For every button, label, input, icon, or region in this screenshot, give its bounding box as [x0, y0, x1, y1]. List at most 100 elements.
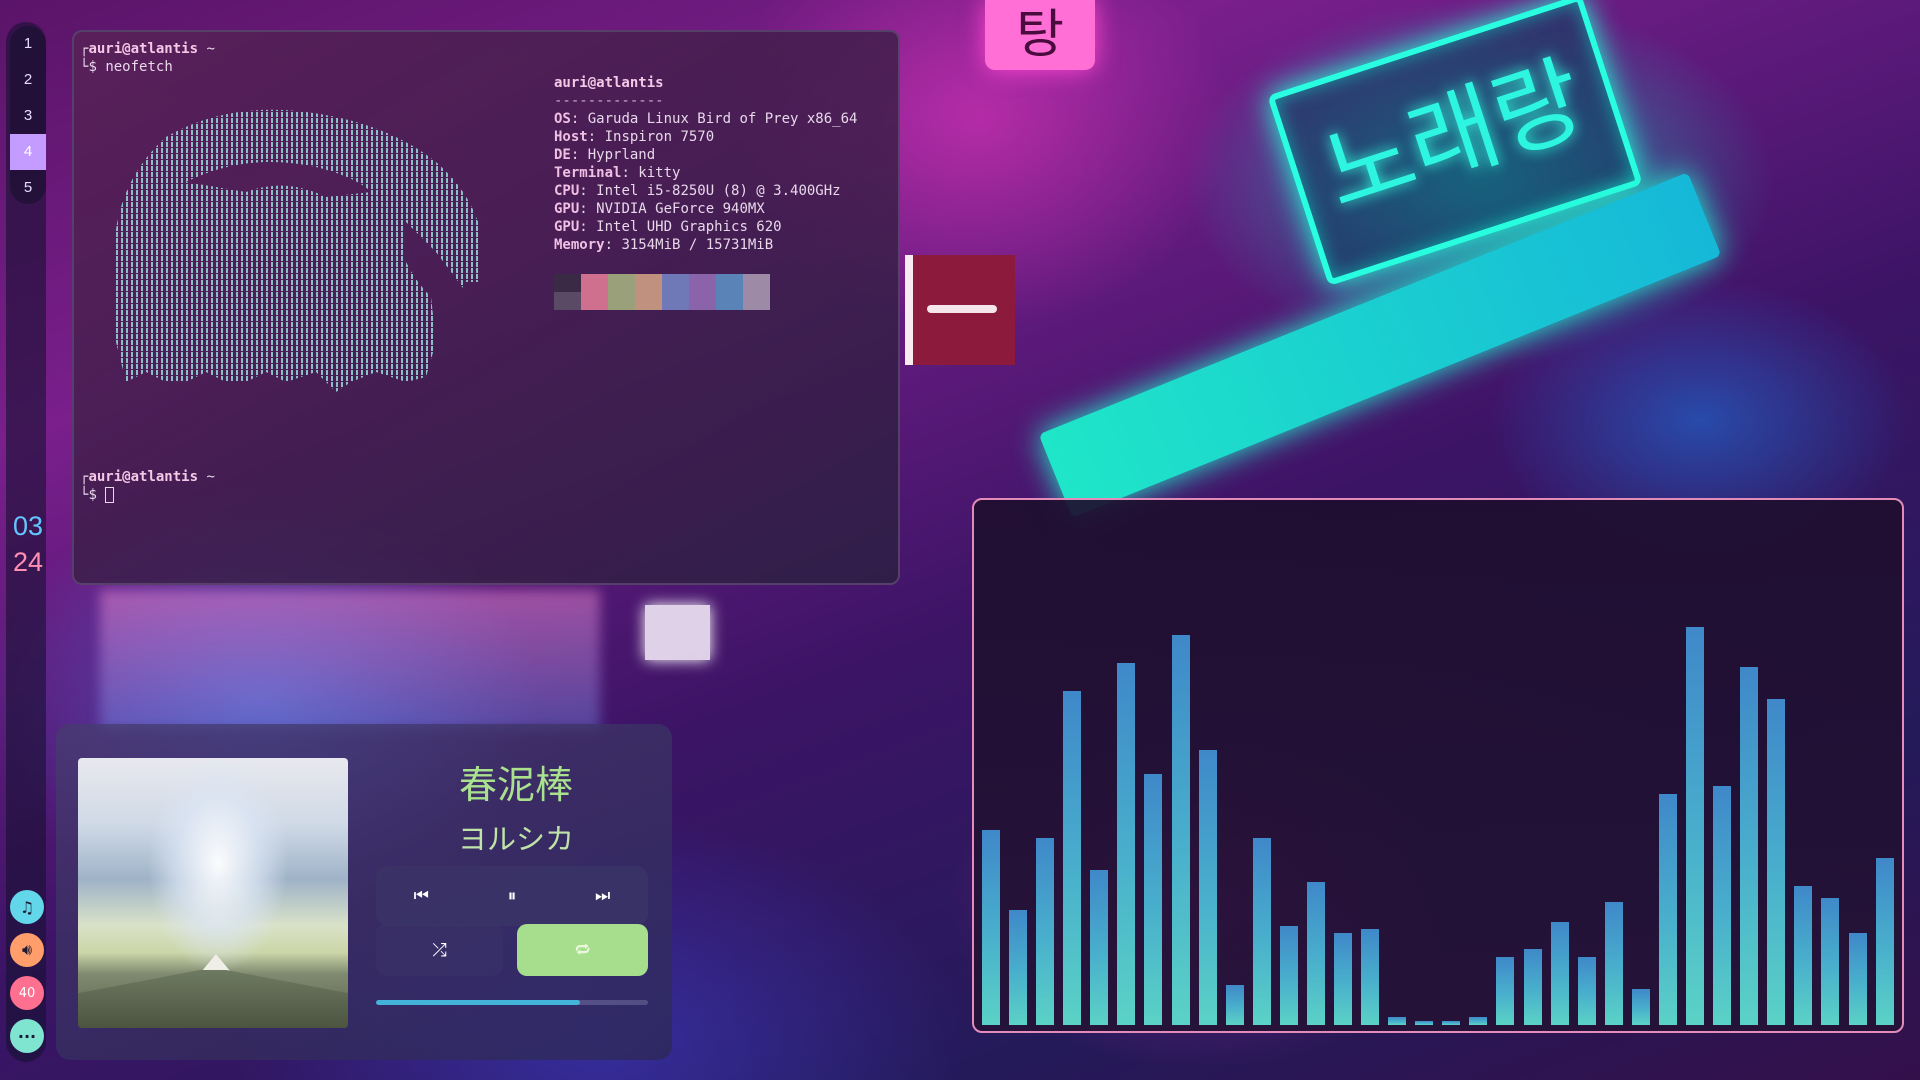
visualizer-bar	[1279, 925, 1298, 1025]
palette-swatch	[662, 274, 689, 292]
battery-indicator[interactable]: 40	[10, 976, 44, 1010]
mode-controls: ⤮ 🔁︎	[376, 924, 648, 976]
visualizer-bar	[1550, 921, 1569, 1025]
neon-awning-background	[1038, 172, 1722, 518]
lit-box-background	[645, 605, 710, 660]
prompt-user: auri@atlantis	[88, 41, 199, 57]
info-key: Terminal	[554, 165, 622, 181]
visualizer-bar	[1442, 1021, 1461, 1025]
workspace-3[interactable]: 3	[10, 98, 46, 134]
info-row: Memory: 3154MiB / 15731MiB	[554, 237, 774, 253]
track-title: 春泥棒	[458, 763, 573, 807]
visualizer-bar	[1496, 957, 1515, 1025]
info-value: Garuda Linux Bird of Prey x86_64	[579, 111, 858, 127]
palette-swatch	[608, 292, 635, 310]
palette-swatch	[716, 274, 743, 292]
playback-progress-bar[interactable]	[376, 1000, 648, 1005]
terminal-window[interactable]: ┌auri@atlantis ~ └$ neofetch auri@atlant…	[72, 30, 900, 585]
prompt-symbol: $	[88, 59, 97, 75]
visualizer-bar	[1848, 933, 1867, 1025]
visualizer-bar	[1361, 929, 1380, 1025]
info-key: Memory	[554, 237, 605, 253]
clock-hour: 03	[12, 511, 44, 541]
garuda-ascii-logo	[114, 109, 481, 393]
repeat-icon[interactable]: 🔁︎	[517, 924, 648, 976]
visualizer-bar	[1171, 634, 1190, 1025]
pink-sign-background: 탕	[985, 0, 1095, 70]
skip-previous-icon[interactable]: ⏮︎	[376, 866, 467, 926]
pause-icon[interactable]: ⏸︎	[467, 866, 558, 926]
visualizer-bar	[1604, 901, 1623, 1025]
prompt-user-2: auri@atlantis	[88, 469, 199, 485]
workspace-1[interactable]: 1	[10, 26, 46, 62]
red-sign-background	[905, 255, 1015, 365]
text-cursor	[105, 487, 115, 503]
visualizer-bar	[1658, 794, 1677, 1025]
visualizer-bar	[1306, 881, 1325, 1025]
visualizer-bar	[1469, 1017, 1488, 1025]
info-key: Host	[554, 129, 588, 145]
workspace-4[interactable]: 4	[10, 134, 46, 170]
terminal-prompt-line-2: ┌auri@atlantis ~	[80, 469, 215, 485]
palette-swatch	[662, 292, 689, 310]
info-value: kitty	[629, 165, 681, 181]
visualizer-bar	[1036, 837, 1055, 1025]
visualizer-bar	[1090, 869, 1109, 1025]
prompt-symbol-2: $	[88, 487, 97, 503]
info-title: auri@atlantis	[554, 75, 664, 91]
terminal-command-line: └$ neofetch	[80, 59, 173, 75]
palette-swatch	[554, 274, 581, 292]
audio-visualizer-window[interactable]	[972, 498, 1904, 1033]
playback-controls: ⏮︎ ⏸︎ ⏭︎	[376, 866, 648, 926]
info-value: Hyprland	[579, 147, 656, 163]
palette-swatch	[635, 292, 662, 310]
info-key: GPU	[554, 201, 580, 217]
info-row: CPU: Intel i5-8250U (8) @ 3.400GHz	[554, 183, 841, 199]
info-value: NVIDIA GeForce 940MX	[587, 201, 765, 217]
skip-next-icon[interactable]: ⏭︎	[557, 866, 648, 926]
music-note-icon[interactable]: ♫	[10, 890, 44, 924]
info-row: GPU: Intel UHD Graphics 620	[554, 219, 782, 235]
info-value: 3154MiB / 15731MiB	[613, 237, 774, 253]
visualizer-bars	[982, 605, 1894, 1025]
visualizer-bar	[1875, 857, 1894, 1025]
palette-swatch	[554, 292, 581, 310]
album-art-ground	[78, 970, 348, 1028]
palette-swatch	[689, 292, 716, 310]
palette-swatch	[581, 292, 608, 310]
palette-swatch	[581, 274, 608, 292]
color-palette	[554, 274, 770, 310]
neon-sign-background: 노래랑	[1267, 0, 1643, 287]
street-glow-background	[100, 590, 600, 730]
progress-fill	[376, 1000, 580, 1005]
system-info: auri@atlantis ------------- OS: Garuda L…	[554, 74, 857, 254]
visualizer-bar	[1686, 627, 1705, 1025]
visualizer-bar	[1144, 774, 1163, 1025]
shuffle-icon[interactable]: ⤮	[376, 924, 504, 976]
terminal-input-line[interactable]: └$	[80, 486, 115, 504]
info-row: GPU: NVIDIA GeForce 940MX	[554, 201, 765, 217]
info-divider: -------------	[554, 93, 664, 109]
palette-swatch	[743, 274, 770, 292]
workspace-switcher: 12345	[10, 26, 46, 204]
clock-minute: 24	[12, 547, 44, 577]
visualizer-bar	[1225, 985, 1244, 1025]
visualizer-bar	[1063, 690, 1082, 1025]
visualizer-bar	[1713, 786, 1732, 1025]
palette-swatch	[608, 274, 635, 292]
music-player: 春泥棒 ヨルシカ ⏮︎ ⏸︎ ⏭︎ ⤮ 🔁︎	[56, 724, 672, 1060]
palette-swatch	[716, 292, 743, 310]
ellipsis-icon[interactable]: ···	[10, 1019, 44, 1053]
visualizer-bar	[1767, 698, 1786, 1025]
system-tray: ♫ 🔊︎ 40 ···	[10, 890, 46, 1062]
visualizer-bar	[1821, 897, 1840, 1025]
info-row: DE: Hyprland	[554, 147, 656, 163]
visualizer-bar	[1415, 1021, 1434, 1025]
visualizer-bar	[1577, 957, 1596, 1025]
info-row: OS: Garuda Linux Bird of Prey x86_64	[554, 111, 858, 127]
visualizer-bar	[1117, 662, 1136, 1025]
workspace-2[interactable]: 2	[10, 62, 46, 98]
visualizer-bar	[1794, 885, 1813, 1025]
visualizer-bar	[1198, 750, 1217, 1025]
speaker-icon[interactable]: 🔊︎	[10, 933, 44, 967]
